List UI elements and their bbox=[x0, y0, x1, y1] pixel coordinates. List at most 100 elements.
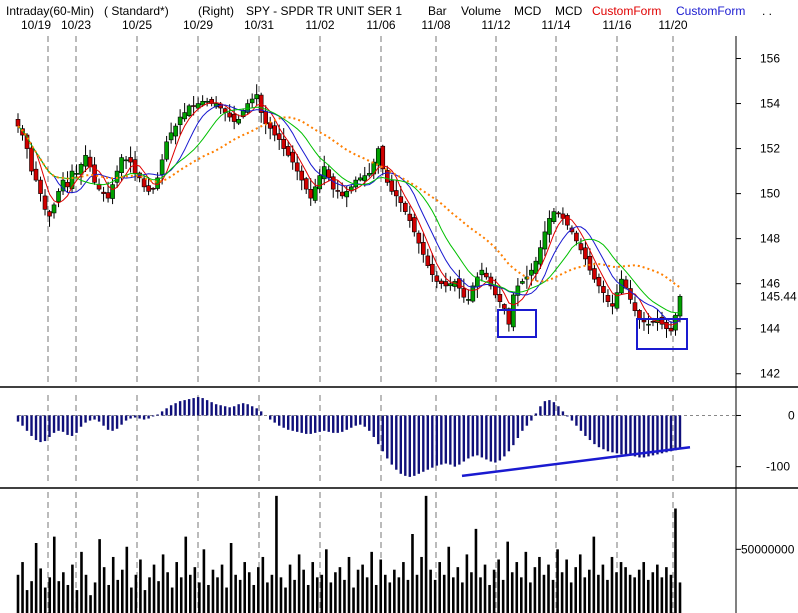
candle-down bbox=[303, 178, 309, 190]
candle-up bbox=[520, 281, 525, 284]
volume-tick-label: 50000000 bbox=[741, 542, 795, 556]
candle-up bbox=[119, 157, 124, 173]
price-tick-label: 154 bbox=[760, 97, 780, 111]
moving-average-line bbox=[17, 116, 681, 289]
candle-up bbox=[173, 125, 178, 137]
candle-down bbox=[132, 159, 138, 174]
candle-up bbox=[74, 173, 79, 175]
candle-down bbox=[484, 272, 489, 278]
candle-down bbox=[335, 190, 341, 192]
candle-down bbox=[101, 191, 106, 194]
candle-down bbox=[421, 242, 426, 255]
candle-up bbox=[362, 175, 368, 182]
candle-down bbox=[560, 213, 566, 219]
candle-down bbox=[146, 185, 151, 192]
annotation-box bbox=[497, 309, 537, 338]
candle-down bbox=[502, 304, 507, 309]
moving-average-line bbox=[17, 104, 681, 324]
candle-down bbox=[47, 211, 52, 217]
candle-down bbox=[267, 122, 273, 129]
candle-up bbox=[159, 159, 165, 175]
candle-down bbox=[276, 133, 282, 140]
candle-up bbox=[249, 98, 255, 104]
candle-down bbox=[587, 255, 593, 271]
candle-down bbox=[416, 232, 422, 244]
candle-down bbox=[299, 170, 305, 181]
candle-down bbox=[583, 247, 588, 260]
price-tick-label: 142 bbox=[760, 367, 780, 381]
candle-down bbox=[610, 303, 615, 307]
candle-down bbox=[565, 215, 570, 226]
price-tick-label: 150 bbox=[760, 187, 780, 201]
candle-down bbox=[596, 276, 602, 287]
candle-down bbox=[105, 192, 111, 199]
candle-down bbox=[605, 295, 611, 302]
candle-down bbox=[330, 176, 336, 190]
candle-down bbox=[272, 125, 277, 136]
candle-down bbox=[191, 105, 196, 107]
candle-down bbox=[227, 112, 232, 118]
candle-up bbox=[375, 148, 381, 166]
candle-down bbox=[506, 308, 512, 325]
candle-down bbox=[430, 263, 435, 275]
candle-down bbox=[65, 182, 70, 188]
candle-down bbox=[434, 275, 440, 282]
candle-down bbox=[443, 281, 449, 287]
candle-down bbox=[389, 180, 395, 192]
candle-up bbox=[204, 100, 210, 103]
candle-down bbox=[668, 327, 674, 332]
candle-up bbox=[317, 175, 323, 190]
candle-up bbox=[551, 211, 557, 222]
candle-down bbox=[87, 156, 93, 167]
candle-down bbox=[425, 255, 431, 266]
candle-down bbox=[263, 111, 268, 125]
candle-up bbox=[83, 155, 88, 167]
candle-up bbox=[470, 285, 476, 302]
candle-up bbox=[312, 186, 318, 201]
candle-down bbox=[128, 157, 133, 163]
candle-down bbox=[439, 280, 444, 284]
candle-down bbox=[497, 294, 503, 302]
candle-down bbox=[601, 286, 606, 293]
candle-down bbox=[457, 278, 462, 289]
candle-down bbox=[294, 162, 300, 172]
moving-average-line bbox=[17, 106, 681, 314]
candle-down bbox=[407, 213, 413, 221]
candle-up bbox=[168, 132, 174, 141]
candle-up bbox=[110, 184, 115, 199]
candle-down bbox=[402, 202, 408, 212]
price-tick-label: 144 bbox=[760, 322, 780, 336]
candle-down bbox=[592, 268, 597, 280]
candle-down bbox=[308, 189, 314, 199]
candle-down bbox=[398, 196, 404, 203]
candle-down bbox=[285, 146, 291, 156]
candle-up bbox=[542, 231, 548, 250]
candle-up bbox=[236, 119, 241, 124]
candle-down bbox=[556, 212, 561, 215]
candle-up bbox=[529, 269, 534, 276]
price-tick-label: 152 bbox=[760, 142, 780, 156]
candle-up bbox=[357, 177, 363, 181]
candle-up bbox=[51, 204, 57, 214]
candle-up bbox=[200, 100, 205, 106]
candle-down bbox=[461, 288, 467, 298]
candle-down bbox=[411, 217, 417, 233]
candle-up bbox=[466, 299, 471, 301]
candle-down bbox=[38, 179, 43, 194]
candle-down bbox=[150, 187, 156, 190]
candle-up bbox=[344, 191, 350, 198]
candle-up bbox=[254, 94, 259, 100]
candle-down bbox=[231, 113, 237, 122]
candle-up bbox=[533, 260, 539, 274]
candle-down bbox=[281, 138, 287, 149]
candle-down bbox=[393, 190, 399, 197]
candle-up bbox=[182, 112, 187, 120]
candle-up bbox=[366, 173, 372, 176]
candle-up bbox=[177, 116, 183, 126]
candle-down bbox=[326, 169, 332, 179]
candle-down bbox=[384, 170, 390, 183]
price-tick-label: 156 bbox=[760, 52, 780, 66]
candle-down bbox=[339, 191, 345, 197]
candle-up bbox=[123, 159, 129, 162]
mcd-tick-label: -100 bbox=[766, 460, 790, 474]
